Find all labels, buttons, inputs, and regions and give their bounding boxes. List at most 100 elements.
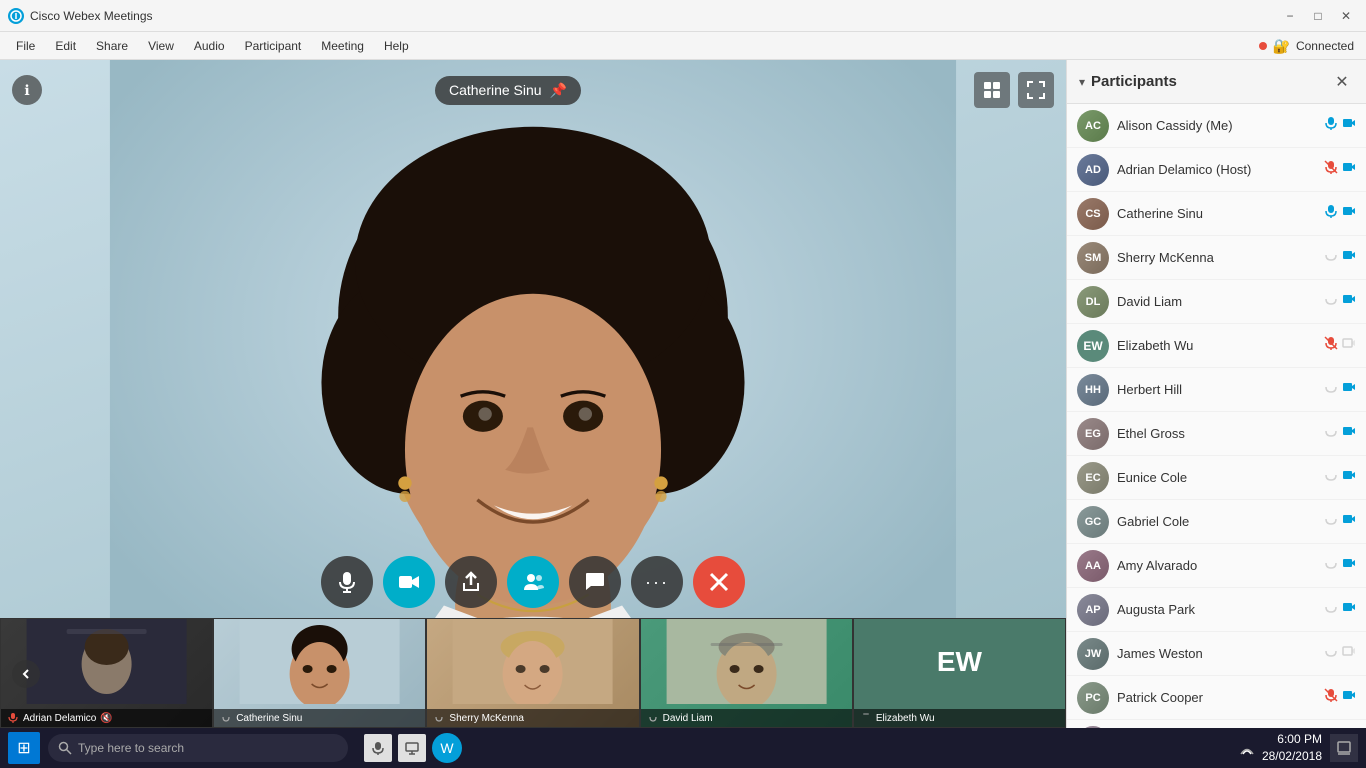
menu-edit[interactable]: Edit	[47, 36, 84, 56]
close-button[interactable]: ✕	[1334, 4, 1358, 28]
maximize-button[interactable]: □	[1306, 4, 1330, 28]
menu-audio[interactable]: Audio	[186, 36, 233, 56]
participant-icons-adrian	[1324, 160, 1356, 179]
participant-icons-eunice	[1324, 468, 1356, 487]
info-button[interactable]: ℹ	[12, 75, 42, 105]
end-call-button[interactable]	[693, 556, 745, 608]
avatar-david: DL	[1077, 286, 1109, 318]
panel-close-button[interactable]: ✕	[1330, 70, 1354, 94]
participant-item-adrian[interactable]: ADAdrian Delamico (Host)	[1067, 148, 1366, 192]
menu-help[interactable]: Help	[376, 36, 417, 56]
search-icon	[58, 741, 72, 755]
end-call-icon	[708, 571, 730, 593]
participant-icons-alison	[1324, 116, 1356, 135]
mute-button[interactable]	[321, 556, 373, 608]
thumbnail-sherry[interactable]: Sherry McKenna	[426, 618, 639, 728]
thumbnail-strip: Adrian Delamico 🔇 Catherine Sinu	[0, 618, 1066, 728]
thumbnail-david[interactable]: David Liam	[640, 618, 853, 728]
thumbnail-catherine[interactable]: Catherine Sinu	[213, 618, 426, 728]
video-top-controls: ℹ Catherine Sinu 📌	[0, 72, 1066, 108]
taskbar-search-text: Type here to search	[78, 741, 184, 755]
participant-item-david[interactable]: DLDavid Liam	[1067, 280, 1366, 324]
taskbar-apps: W	[364, 733, 462, 763]
participant-name-sherry: Sherry McKenna	[1117, 250, 1316, 265]
participant-item-catherine[interactable]: CSCatherine Sinu	[1067, 192, 1366, 236]
menu-participant[interactable]: Participant	[237, 36, 310, 56]
avatar-amy: AA	[1077, 550, 1109, 582]
avatar-catherine: CS	[1077, 198, 1109, 230]
participant-icons-sherry	[1324, 248, 1356, 267]
mic-icon-elizabeth	[1324, 336, 1338, 355]
mic-icon-patrick	[1324, 688, 1338, 707]
more-button[interactable]: ···	[631, 556, 683, 608]
avatar-sherry: SM	[1077, 242, 1109, 274]
windows-start-button[interactable]: ⊞	[8, 732, 40, 764]
participant-item-james[interactable]: JWJames Weston	[1067, 632, 1366, 676]
participant-icons-ethel	[1324, 424, 1356, 443]
menu-share[interactable]: Share	[88, 36, 136, 56]
display-taskbar-icon[interactable]	[398, 734, 426, 762]
participant-icons-patrick	[1324, 688, 1356, 707]
fullscreen-icon	[1027, 81, 1045, 99]
thumb-name-sherry: Sherry McKenna	[449, 713, 523, 724]
layout-button[interactable]	[974, 72, 1010, 108]
participant-item-herbert[interactable]: HHHerbert Hill	[1067, 368, 1366, 412]
participant-item-patrick[interactable]: PCPatrick Cooper	[1067, 676, 1366, 720]
participant-item-elizabeth[interactable]: EWElizabeth Wu	[1067, 324, 1366, 368]
mic-icon-james	[1324, 644, 1338, 663]
webex-taskbar-app-icon[interactable]: W	[432, 733, 462, 763]
show-desktop-button[interactable]	[1330, 734, 1358, 762]
avatar-gabriel: GC	[1077, 506, 1109, 538]
participant-item-gabriel[interactable]: GCGabriel Cole	[1067, 500, 1366, 544]
participant-name-eunice: Eunice Cole	[1117, 470, 1316, 485]
participants-button[interactable]	[507, 556, 559, 608]
chat-button[interactable]	[569, 556, 621, 608]
participant-icons-david	[1324, 292, 1356, 311]
video-area: ℹ Catherine Sinu 📌	[0, 60, 1066, 728]
video-icon-gabriel	[1342, 512, 1356, 531]
participants-icon	[522, 571, 544, 593]
avatar-eunice: EC	[1077, 462, 1109, 494]
thumb-initials-text-elizabeth: EW	[937, 646, 982, 678]
participant-item-amy[interactable]: AAAmy Alvarado	[1067, 544, 1366, 588]
thumb-initials-elizabeth: EW	[854, 619, 1065, 704]
thumbnail-elizabeth[interactable]: EW Elizabeth Wu	[853, 618, 1066, 728]
participant-item-sherry[interactable]: SM Sherry McKenna	[1067, 236, 1366, 280]
menu-view[interactable]: View	[140, 36, 182, 56]
chevron-left-icon	[20, 668, 32, 680]
layout-icon	[983, 81, 1001, 99]
share-button[interactable]	[445, 556, 497, 608]
avatar-herbert: HH	[1077, 374, 1109, 406]
scroll-left-button[interactable]	[12, 660, 40, 688]
participants-panel: ▾ Participants ✕ ACAlison Cassidy (Me)AD…	[1066, 60, 1366, 728]
participant-name-elizabeth: Elizabeth Wu	[1117, 338, 1316, 353]
taskbar-search-bar[interactable]: Type here to search	[48, 734, 348, 762]
participant-item-essie[interactable]: EAEssie Adkins	[1067, 720, 1366, 728]
minimize-button[interactable]: −	[1278, 4, 1302, 28]
mic-taskbar-icon[interactable]	[364, 734, 392, 762]
panel-title: Participants	[1091, 73, 1330, 90]
video-button[interactable]	[383, 556, 435, 608]
thumb-mic-icon-sherry	[433, 712, 445, 724]
mic-icon-augusta	[1324, 600, 1338, 619]
menu-meeting[interactable]: Meeting	[313, 36, 372, 56]
thumb-label-adrian: Adrian Delamico 🔇	[1, 709, 212, 727]
video-icon-adrian	[1342, 160, 1356, 179]
participant-item-ethel[interactable]: EGEthel Gross	[1067, 412, 1366, 456]
participant-item-eunice[interactable]: EC Eunice Cole	[1067, 456, 1366, 500]
thumb-mic-icon-adrian	[7, 712, 19, 724]
thumb-name-elizabeth: Elizabeth Wu	[876, 713, 935, 724]
video-icon-amy	[1342, 556, 1356, 575]
avatar-ethel: EG	[1077, 418, 1109, 450]
participant-item-alison[interactable]: ACAlison Cassidy (Me)	[1067, 104, 1366, 148]
thumb-mic-icon-elizabeth	[860, 712, 872, 724]
status-dot-icon	[1259, 42, 1267, 50]
participant-icons-james	[1324, 644, 1356, 663]
speaker-name-badge: Catherine Sinu 📌	[435, 76, 581, 105]
participant-item-augusta[interactable]: APAugusta Park	[1067, 588, 1366, 632]
fullscreen-button[interactable]	[1018, 72, 1054, 108]
taskbar-time-text: 6:00 PM	[1262, 731, 1322, 748]
participant-icons-augusta	[1324, 600, 1356, 619]
thumb-label-catherine: Catherine Sinu	[214, 709, 425, 727]
menu-file[interactable]: File	[8, 36, 43, 56]
